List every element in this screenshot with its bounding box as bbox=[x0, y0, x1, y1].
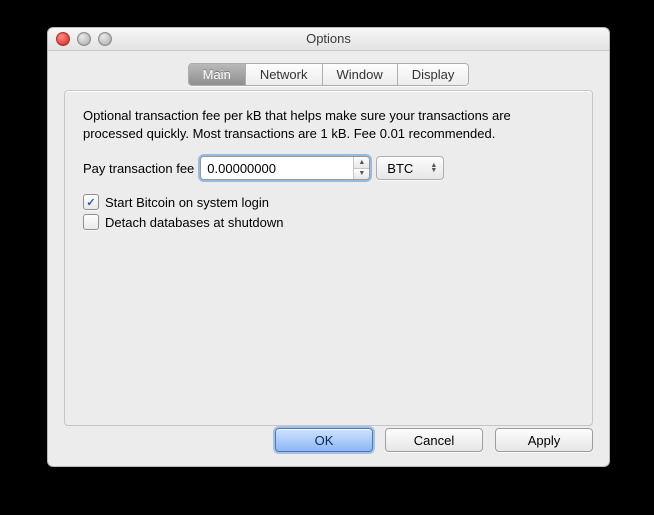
options-window: Options Main Network Window Display Opti… bbox=[47, 27, 610, 467]
minimize-icon[interactable] bbox=[77, 32, 91, 46]
dialog-buttons: OK Cancel Apply bbox=[275, 428, 593, 452]
checkbox-detach-db-label: Detach databases at shutdown bbox=[105, 215, 284, 230]
tab-network[interactable]: Network bbox=[245, 64, 322, 85]
fee-description: Optional transaction fee per kB that hel… bbox=[83, 107, 574, 142]
checkbox-start-on-login[interactable] bbox=[83, 194, 99, 210]
cancel-button[interactable]: Cancel bbox=[385, 428, 483, 452]
step-up-icon[interactable]: ▲ bbox=[354, 157, 369, 168]
titlebar: Options bbox=[48, 28, 609, 51]
zoom-icon[interactable] bbox=[98, 32, 112, 46]
unit-select[interactable]: BTC ▲▼ bbox=[376, 156, 444, 180]
checkbox-detach-db[interactable] bbox=[83, 214, 99, 230]
checkbox-start-on-login-label: Start Bitcoin on system login bbox=[105, 195, 269, 210]
window-title: Options bbox=[306, 31, 351, 46]
tab-display[interactable]: Display bbox=[397, 64, 469, 85]
checkbox-detach-db-row: Detach databases at shutdown bbox=[83, 214, 574, 230]
tab-main[interactable]: Main bbox=[189, 64, 245, 85]
tab-window[interactable]: Window bbox=[322, 64, 397, 85]
tab-bar: Main Network Window Display bbox=[64, 63, 593, 86]
fee-row: Pay transaction fee ▲ ▼ BTC ▲▼ bbox=[83, 156, 574, 180]
step-down-icon[interactable]: ▼ bbox=[354, 168, 369, 180]
ok-button[interactable]: OK bbox=[275, 428, 373, 452]
select-arrows-icon: ▲▼ bbox=[430, 163, 437, 173]
fee-label: Pay transaction fee bbox=[83, 161, 194, 176]
close-icon[interactable] bbox=[56, 32, 70, 46]
checkbox-start-on-login-row: Start Bitcoin on system login bbox=[83, 194, 574, 210]
fee-stepper: ▲ ▼ bbox=[353, 157, 369, 179]
window-body: Main Network Window Display Optional tra… bbox=[48, 51, 609, 466]
fee-spinbox[interactable]: ▲ ▼ bbox=[200, 156, 370, 180]
apply-button[interactable]: Apply bbox=[495, 428, 593, 452]
fee-input[interactable] bbox=[201, 157, 353, 179]
unit-selected-label: BTC bbox=[387, 161, 413, 176]
tab-panel-main: Optional transaction fee per kB that hel… bbox=[64, 90, 593, 426]
window-controls bbox=[56, 32, 112, 46]
